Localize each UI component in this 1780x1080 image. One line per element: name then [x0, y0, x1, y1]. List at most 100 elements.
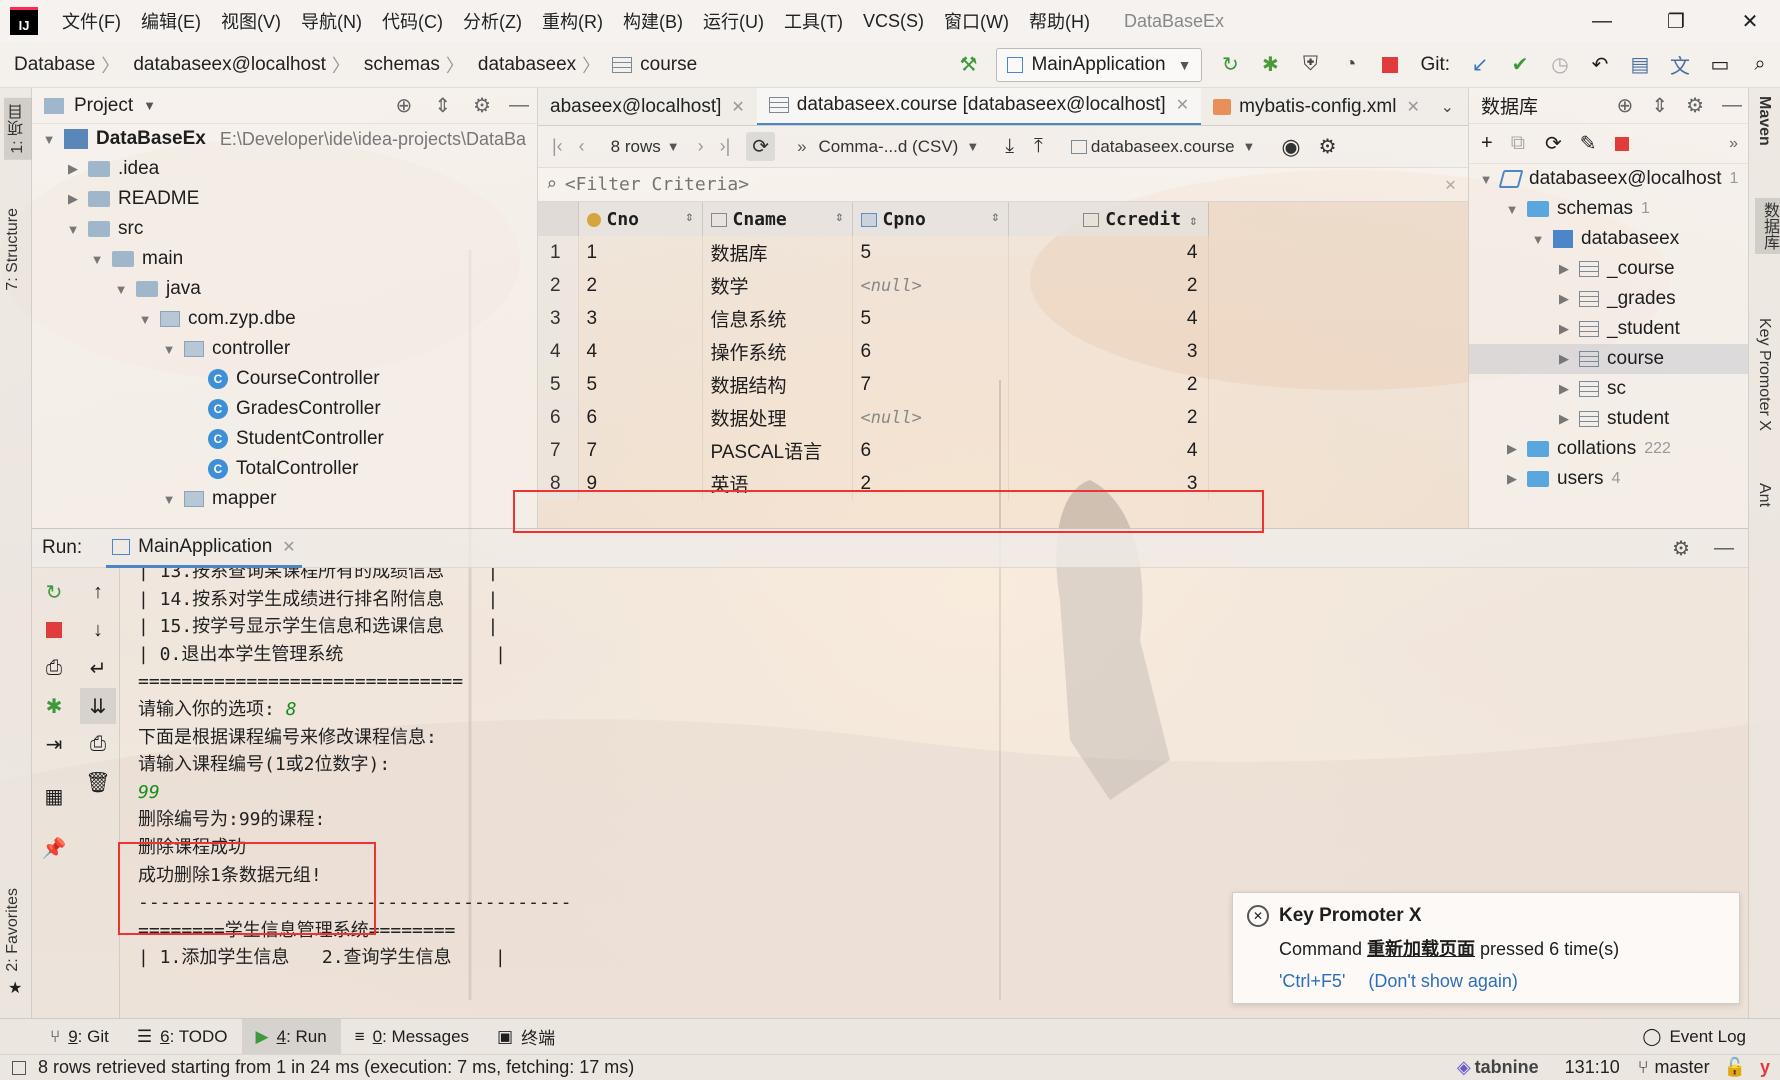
dont-show-again-link[interactable]: (Don't show again) — [1368, 971, 1518, 991]
project-tree-item[interactable]: ▼ DataBaseEx E:\Developer\ide\idea-project… — [32, 124, 537, 154]
database-tree-item[interactable]: ▶ sc — [1469, 374, 1748, 404]
menu-navigate[interactable]: 导航(N) — [291, 8, 372, 34]
project-tree-item[interactable]: C StudentController — [32, 424, 537, 454]
database-tree-item[interactable]: ▶ collations 222 — [1469, 434, 1748, 464]
chevron-down-icon[interactable]: ▼ — [88, 252, 106, 267]
previous-page-icon[interactable]: ‹ — [571, 136, 593, 157]
chevron-down-icon[interactable]: ▼ — [160, 342, 178, 357]
view-eye-icon[interactable]: ◉ — [1281, 134, 1300, 160]
refresh-icon[interactable]: ⟳ — [1545, 131, 1562, 156]
chevron-right-icon[interactable]: ▶ — [1555, 321, 1573, 337]
gear-icon[interactable]: ⚙ — [473, 93, 491, 118]
menu-help[interactable]: 帮助(H) — [1019, 8, 1100, 34]
clear-console-button[interactable]: 🗑 — [80, 764, 116, 800]
cell-cpno[interactable]: <null> — [852, 269, 1009, 302]
menu-code[interactable]: 代码(C) — [372, 8, 453, 34]
cell-cpno[interactable]: <null> — [852, 401, 1009, 434]
last-page-icon[interactable]: ›| — [712, 136, 739, 157]
menu-vcs[interactable]: VCS(S) — [853, 11, 934, 32]
database-tree-item[interactable]: ▼ databaseex@localhost 1 — [1469, 164, 1748, 194]
menu-file[interactable]: 文件(F) — [52, 8, 131, 34]
breadcrumb-datasource[interactable]: databaseex@localhost — [119, 54, 332, 76]
gear-icon[interactable]: ⚙ — [1686, 93, 1704, 118]
next-page-icon[interactable]: › — [690, 136, 712, 157]
hide-panel-icon[interactable]: — — [1714, 537, 1734, 560]
scroll-up-button[interactable]: ↑ — [80, 574, 116, 610]
download-icon[interactable]: ⤓ — [1005, 135, 1014, 158]
rerun-button[interactable]: ↻ — [36, 574, 72, 610]
tool-window-terminal[interactable]: ▣ 终端 — [483, 1019, 569, 1055]
tool-window-todo[interactable]: ☰ 6: TODO — [123, 1019, 242, 1055]
upload-icon[interactable]: ⤒ — [1034, 135, 1043, 158]
tool-tab-ant[interactable]: Ant — [1755, 483, 1773, 507]
table-row[interactable]: 5 5 数据结构 7 2 — [538, 368, 1209, 401]
lock-icon[interactable]: 🔓 — [1724, 1057, 1746, 1078]
editor-tab-mybatis-config[interactable]: mybatis-config.xml ✕ — [1201, 88, 1432, 125]
cell-ccredit[interactable]: 2 — [1008, 269, 1209, 302]
cell-cpno[interactable]: 5 — [852, 236, 1009, 269]
event-log-button[interactable]: ◯ Event Log — [1628, 1019, 1760, 1055]
chevron-right-icon[interactable]: ▶ — [1503, 471, 1521, 487]
menu-run[interactable]: 运行(U) — [693, 8, 774, 34]
project-tree-item[interactable]: C CourseController — [32, 364, 537, 394]
chevron-down-icon[interactable]: ▼ — [112, 282, 130, 297]
tool-window-messages[interactable]: ≡ 0: Messages — [341, 1019, 483, 1055]
close-tab-icon[interactable]: ✕ — [1406, 97, 1419, 117]
sort-icon[interactable]: ⇕ — [685, 209, 693, 225]
debug-button[interactable]: ✱ — [36, 688, 72, 724]
project-view-selector[interactable]: Project — [74, 95, 133, 117]
close-tab-icon[interactable]: ✕ — [1176, 95, 1189, 115]
cell-cname[interactable]: 数学 — [702, 269, 853, 302]
hide-panel-icon[interactable]: — — [509, 94, 529, 117]
database-tree-item[interactable]: ▶ course — [1469, 344, 1748, 374]
column-header-cno[interactable]: Cno ⇕ — [578, 202, 703, 236]
close-tab-icon[interactable]: ✕ — [282, 537, 295, 557]
tool-tab-favorites[interactable]: 2: Favorites — [4, 888, 22, 972]
dump-threads-button[interactable]: ⎙ — [36, 650, 72, 686]
project-tree-item[interactable]: C GradesController — [32, 394, 537, 424]
git-rollback-button[interactable]: ↶ — [1580, 45, 1620, 85]
menu-edit[interactable]: 编辑(E) — [131, 8, 211, 34]
cell-ccredit[interactable]: 2 — [1008, 368, 1209, 401]
minimize-button[interactable]: — — [1574, 0, 1630, 42]
notification-icon[interactable]: y — [1760, 1057, 1770, 1078]
more-actions-icon[interactable]: » — [1729, 135, 1738, 153]
tool-window-run[interactable]: ▶ 4: Run — [241, 1018, 341, 1055]
cell-cno[interactable]: 1 — [578, 236, 703, 269]
git-update-button[interactable]: ↙ — [1460, 45, 1500, 85]
cell-cpno[interactable]: 6 — [852, 335, 1009, 368]
tool-tab-key-promoter[interactable]: Key Promoter X — [1755, 318, 1773, 431]
git-history-button[interactable]: ◷ — [1540, 45, 1580, 85]
chevron-right-icon[interactable]: ▶ — [64, 191, 82, 207]
cell-cno[interactable]: 4 — [578, 335, 703, 368]
tabnine-status[interactable]: tabnine — [1475, 1057, 1539, 1078]
tool-tab-database[interactable]: 数据库 — [1755, 198, 1780, 254]
database-tree-item[interactable]: ▶ _grades — [1469, 284, 1748, 314]
cell-cname[interactable]: 数据库 — [702, 236, 853, 269]
collapse-all-icon[interactable]: ⇕ — [434, 93, 451, 118]
rows-count-dropdown[interactable]: 8 rows — [611, 137, 661, 157]
column-header-ccredit[interactable]: Ccredit ⇕ — [1008, 202, 1209, 236]
menu-window[interactable]: 窗口(W) — [934, 8, 1019, 34]
table-row[interactable]: 3 3 信息系统 5 4 — [538, 302, 1209, 335]
layout-button[interactable]: ▦ — [36, 778, 72, 814]
chevron-down-icon[interactable]: ▼ — [160, 492, 178, 507]
chevron-down-icon[interactable]: ▼ — [40, 132, 58, 147]
menu-tools[interactable]: 工具(T) — [774, 8, 853, 34]
caret-position[interactable]: 131:10 — [1565, 1057, 1620, 1078]
close-tab-icon[interactable]: ✕ — [731, 97, 744, 117]
chevron-right-icon[interactable]: ▶ — [1555, 261, 1573, 277]
copy-icon[interactable]: ⧉ — [1511, 132, 1525, 155]
cell-cno[interactable]: 3 — [578, 302, 703, 335]
breadcrumb-table[interactable]: course — [640, 54, 703, 76]
cell-cno[interactable]: 2 — [578, 269, 703, 302]
tool-tab-project[interactable]: 1: 项目 — [4, 98, 32, 160]
table-selector[interactable]: databaseex.course — [1091, 137, 1235, 157]
toggle-tool-windows-icon[interactable] — [12, 1060, 26, 1075]
breadcrumb-schemas[interactable]: schemas — [350, 54, 446, 76]
stop-button[interactable] — [1370, 45, 1410, 85]
scroll-to-end-button[interactable]: ⇊ — [80, 688, 116, 724]
database-tree-item[interactable]: ▼ schemas 1 — [1469, 194, 1748, 224]
menu-build[interactable]: 构建(B) — [613, 8, 693, 34]
database-tree-item[interactable]: ▶ users 4 — [1469, 464, 1748, 494]
